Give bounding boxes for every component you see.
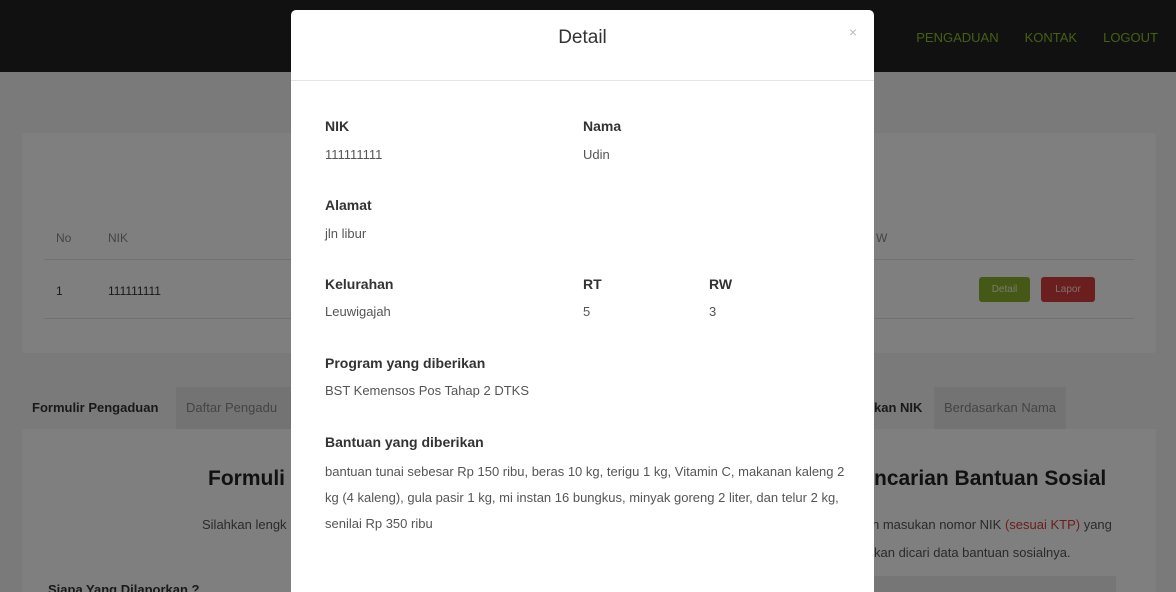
modal-title: Detail bbox=[558, 27, 607, 48]
rt-value: 5 bbox=[583, 304, 591, 319]
bantuan-value: bantuan tunai sebesar Rp 150 ribu, beras… bbox=[325, 464, 845, 531]
rt-label: RT bbox=[583, 276, 602, 292]
alamat-label: Alamat bbox=[325, 197, 372, 213]
nik-value: 111111111 bbox=[325, 147, 383, 162]
rw-value: 3 bbox=[709, 304, 717, 319]
detail-modal: Detail × NIK 111111111 Nama Udin Alamat … bbox=[291, 10, 874, 592]
close-icon[interactable]: × bbox=[849, 24, 857, 40]
nama-label: Nama bbox=[583, 118, 622, 134]
nik-label: NIK bbox=[325, 118, 350, 134]
kelurahan-label: Kelurahan bbox=[325, 276, 394, 292]
program-value: BST Kemensos Pos Tahap 2 DTKS bbox=[325, 383, 530, 398]
rw-label: RW bbox=[709, 276, 733, 292]
bantuan-label: Bantuan yang diberikan bbox=[325, 434, 484, 450]
program-label: Program yang diberikan bbox=[325, 355, 486, 371]
alamat-value: jln libur bbox=[325, 226, 367, 241]
nama-value: Udin bbox=[583, 147, 610, 162]
modal-header: Detail × bbox=[291, 10, 874, 81]
kelurahan-value: Leuwigajah bbox=[325, 304, 391, 319]
